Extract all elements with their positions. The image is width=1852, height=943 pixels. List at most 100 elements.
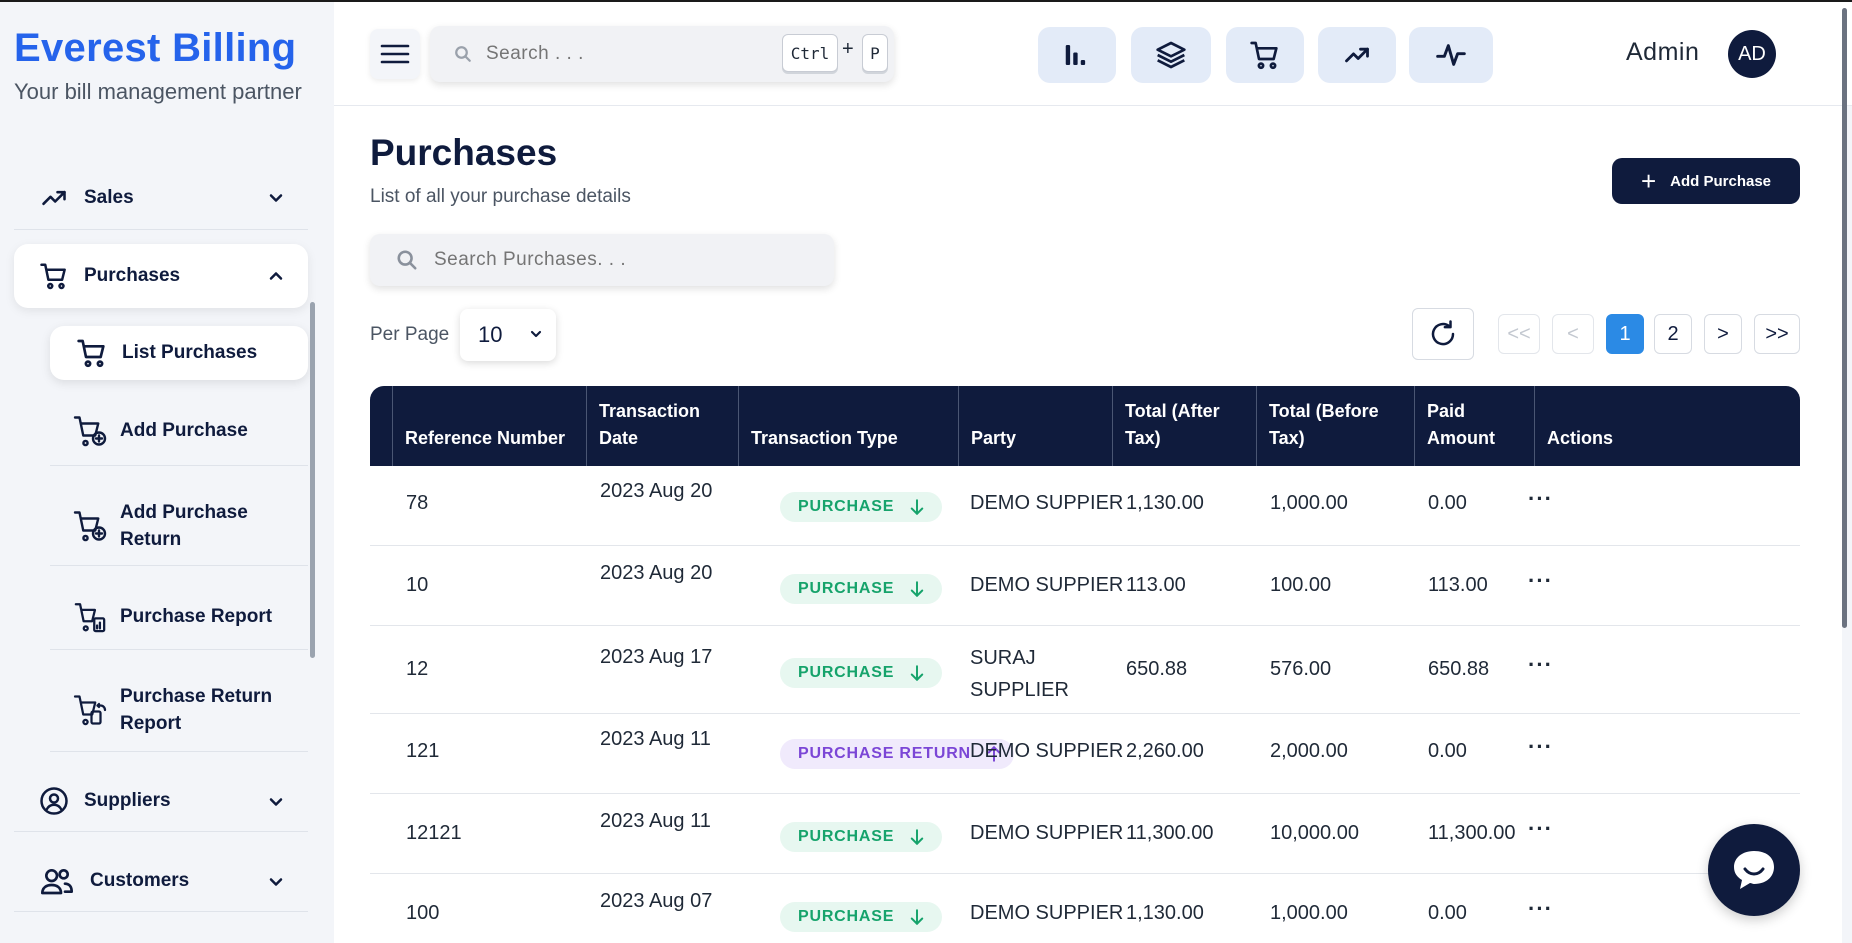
cell-date: 2023 Aug 20: [600, 562, 713, 584]
status-badge: PURCHASE: [780, 574, 942, 604]
sidebar-sub-purchase-report[interactable]: Purchase Report: [50, 584, 308, 650]
cell-date: 2023 Aug 07: [600, 890, 713, 912]
purchase-search[interactable]: [370, 234, 834, 286]
chevron-down-icon: [269, 878, 283, 886]
cell-date: 2023 Aug 11: [600, 728, 711, 750]
sidebar-sub-label: Purchase Return Report: [120, 685, 273, 734]
badge-label: PURCHASE: [798, 828, 895, 845]
page-scrollbar[interactable]: [1842, 8, 1847, 628]
user-circle-icon: [38, 785, 70, 817]
sidebar-item-label: Sales: [84, 186, 134, 208]
pagination-last[interactable]: >>: [1754, 314, 1800, 354]
cart-return-report-icon: [72, 692, 108, 728]
table-row[interactable]: 78 2023 Aug 20 PURCHASE DEMO SUPPIER 1,1…: [370, 466, 1800, 546]
brand-title[interactable]: Everest Billing: [14, 26, 302, 71]
header-total-before-tax[interactable]: Total (Before Tax): [1256, 386, 1414, 466]
layers-icon: [1156, 41, 1186, 69]
cell-total-before-tax: 576.00: [1270, 658, 1332, 680]
page-title: Purchases: [370, 132, 558, 173]
table-row[interactable]: 12 2023 Aug 17 PURCHASE SURAJ SUPPLIER 6…: [370, 626, 1800, 714]
cell-reference: 100: [406, 902, 440, 924]
header-transaction-date[interactable]: Transaction Date: [586, 386, 738, 466]
status-badge: PURCHASE: [780, 902, 942, 932]
header-total-after-tax[interactable]: Total (After Tax): [1112, 386, 1256, 466]
chat-icon: [1734, 851, 1774, 889]
sidebar-sub-add-purchase-return[interactable]: Add Purchase Return: [50, 486, 308, 566]
arrow-down-icon: [908, 579, 926, 599]
row-actions-menu[interactable]: ···: [1528, 734, 1553, 760]
chat-widget-button[interactable]: [1708, 824, 1800, 916]
brand: Everest Billing Your bill management par…: [14, 26, 302, 105]
status-badge: PURCHASE: [780, 658, 942, 688]
user-name[interactable]: Admin: [1626, 38, 1699, 67]
cart-icon: [74, 335, 110, 371]
quick-link-purchases[interactable]: [1226, 27, 1304, 83]
header-reference-number[interactable]: Reference Number: [392, 386, 586, 466]
table-row[interactable]: 100 2023 Aug 07 PURCHASE DEMO SUPPIER 1,…: [370, 874, 1800, 943]
quick-link-inventory[interactable]: [1131, 27, 1211, 83]
badge-label: PURCHASE RETURN: [798, 745, 971, 762]
pagination-page-1[interactable]: 1: [1606, 314, 1644, 354]
cell-total-after-tax: 1,130.00: [1126, 902, 1204, 924]
sidebar-item-customers[interactable]: Customers: [14, 850, 308, 912]
purchases-table: Reference Number Transaction Date Transa…: [370, 386, 1800, 943]
pagination-first[interactable]: <<: [1498, 314, 1540, 354]
trending-up-icon: [1345, 47, 1369, 63]
refresh-button[interactable]: [1412, 308, 1474, 360]
avatar[interactable]: AD: [1728, 30, 1776, 78]
cell-paid-amount: 650.88: [1428, 658, 1490, 680]
pagination-next[interactable]: >: [1704, 314, 1742, 354]
row-actions-menu[interactable]: ···: [1528, 896, 1553, 922]
purchase-search-input[interactable]: [434, 249, 794, 271]
header-transaction-type[interactable]: Transaction Type: [738, 386, 958, 466]
cell-total-after-tax: 2,260.00: [1126, 740, 1204, 762]
sidebar-sub-add-purchase[interactable]: Add Purchase: [50, 396, 308, 466]
cell-party: DEMO SUPPIER: [970, 574, 1124, 596]
sidebar-sub-label: List Purchases: [122, 342, 258, 363]
page-subtitle: List of all your purchase details: [370, 186, 631, 207]
sidebar-item-sales[interactable]: Sales: [14, 166, 308, 230]
sidebar-scrollbar[interactable]: [310, 302, 315, 658]
cart-add-icon: [72, 508, 108, 544]
sidebar-sub-purchase-return-report[interactable]: Purchase Return Report: [50, 668, 308, 752]
sidebar-item-purchases[interactable]: Purchases: [14, 244, 308, 308]
add-purchase-button[interactable]: + Add Purchase: [1612, 158, 1800, 204]
table-row[interactable]: 12121 2023 Aug 11 PURCHASE DEMO SUPPIER …: [370, 794, 1800, 874]
quick-link-activity[interactable]: [1409, 27, 1493, 83]
cell-reference: 12121: [406, 822, 462, 844]
cell-total-after-tax: 650.88: [1126, 658, 1188, 680]
table-header: Reference Number Transaction Date Transa…: [370, 386, 1800, 466]
arrow-down-icon: [908, 827, 926, 847]
quick-link-sales[interactable]: [1318, 27, 1396, 83]
chevron-down-icon: [269, 798, 283, 806]
activity-icon: [1436, 44, 1466, 66]
row-actions-menu[interactable]: ···: [1528, 652, 1553, 678]
sidebar-sub-list-purchases[interactable]: List Purchases: [50, 326, 308, 380]
shortcut-key-ctrl: Ctrl: [782, 34, 838, 72]
sidebar-item-label: Purchases: [84, 265, 181, 286]
per-page-label: Per Page: [370, 324, 450, 345]
header-paid-amount[interactable]: Paid Amount: [1414, 386, 1534, 466]
cell-paid-amount: 11,300.00: [1428, 822, 1516, 844]
status-badge: PURCHASE: [780, 822, 942, 852]
row-actions-menu[interactable]: ···: [1528, 816, 1553, 842]
sidebar-item-suppliers[interactable]: Suppliers: [14, 770, 308, 832]
table-row[interactable]: 121 2023 Aug 11 PURCHASE RETURN DEMO SUP…: [370, 714, 1800, 794]
menu-toggle-button[interactable]: [370, 29, 420, 79]
global-search-input[interactable]: [486, 43, 766, 65]
header-party[interactable]: Party: [958, 386, 1112, 466]
sidebar: Everest Billing Your bill management par…: [0, 2, 334, 943]
row-actions-menu[interactable]: ···: [1528, 568, 1553, 594]
quick-link-reports[interactable]: [1038, 27, 1116, 83]
chevron-up-icon: [269, 272, 283, 280]
badge-label: PURCHASE: [798, 498, 895, 515]
pagination-prev[interactable]: <: [1552, 314, 1594, 354]
pagination-page-2[interactable]: 2: [1654, 314, 1692, 354]
row-actions-menu[interactable]: ···: [1528, 486, 1553, 512]
cell-date: 2023 Aug 11: [600, 810, 711, 832]
sidebar-item-label: Suppliers: [84, 789, 171, 811]
table-row[interactable]: 10 2023 Aug 20 PURCHASE DEMO SUPPIER 113…: [370, 546, 1800, 626]
per-page-select[interactable]: 10: [460, 309, 556, 361]
global-search[interactable]: Ctrl + P: [430, 26, 894, 82]
cell-reference: 10: [406, 574, 429, 596]
